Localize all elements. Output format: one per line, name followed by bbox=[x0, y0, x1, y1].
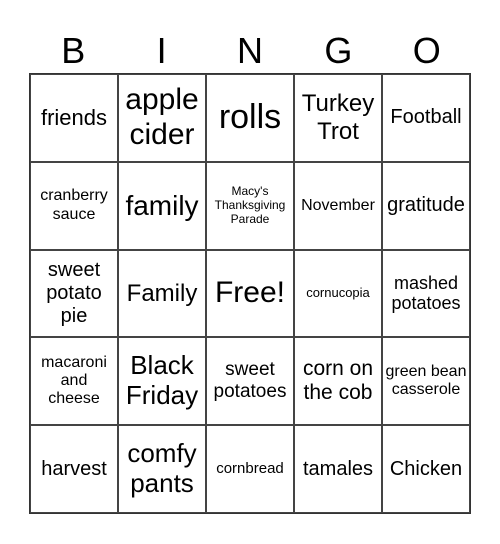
bingo-cell[interactable]: gratitude bbox=[382, 161, 470, 250]
bingo-cell[interactable]: Macy's Thanksgiving Parade bbox=[206, 161, 294, 250]
bingo-cell[interactable]: sweet potatoes bbox=[206, 337, 294, 426]
header-letter-n: N bbox=[236, 30, 263, 71]
header-letter-o: O bbox=[412, 30, 441, 71]
bingo-cell[interactable]: harvest bbox=[30, 425, 118, 513]
bingo-cell[interactable]: Family bbox=[118, 249, 206, 338]
bingo-cell[interactable]: family bbox=[118, 161, 206, 250]
bingo-cell[interactable]: rolls bbox=[206, 74, 294, 162]
bingo-cell[interactable]: macaroni and cheese bbox=[30, 337, 118, 426]
bingo-cell[interactable]: Turkey Trot bbox=[294, 74, 382, 162]
bingo-cell[interactable]: green bean casserole bbox=[382, 337, 470, 426]
bingo-cell[interactable]: tamales bbox=[294, 425, 382, 513]
header-letter-b: B bbox=[61, 30, 86, 71]
bingo-cell[interactable]: cranberry sauce bbox=[30, 161, 118, 250]
bingo-cell[interactable]: November bbox=[294, 161, 382, 250]
header-letter-i: I bbox=[156, 30, 167, 71]
bingo-cell[interactable]: Free! bbox=[206, 249, 294, 338]
bingo-grid: friends apple cider rolls Turkey Trot Footba… bbox=[29, 73, 471, 514]
bingo-cell[interactable]: comfy pants bbox=[118, 425, 206, 513]
bingo-cell[interactable]: sweet potato pie bbox=[30, 249, 118, 338]
header-letter-g: G bbox=[324, 30, 353, 71]
bingo-cell[interactable]: friends bbox=[30, 74, 118, 162]
bingo-cell[interactable]: mashed potatoes bbox=[382, 249, 470, 338]
bingo-cell[interactable]: corn on the cob bbox=[294, 337, 382, 426]
bingo-header: B I N G O bbox=[29, 28, 471, 74]
bingo-cell[interactable]: cornucopia bbox=[294, 249, 382, 338]
bingo-cell[interactable]: cornbread bbox=[206, 425, 294, 513]
bingo-cell[interactable]: Black Friday bbox=[118, 337, 206, 426]
bingo-cell[interactable]: Chicken bbox=[382, 425, 470, 513]
bingo-cell[interactable]: Football bbox=[382, 74, 470, 162]
bingo-cell[interactable]: apple cider bbox=[118, 74, 206, 162]
